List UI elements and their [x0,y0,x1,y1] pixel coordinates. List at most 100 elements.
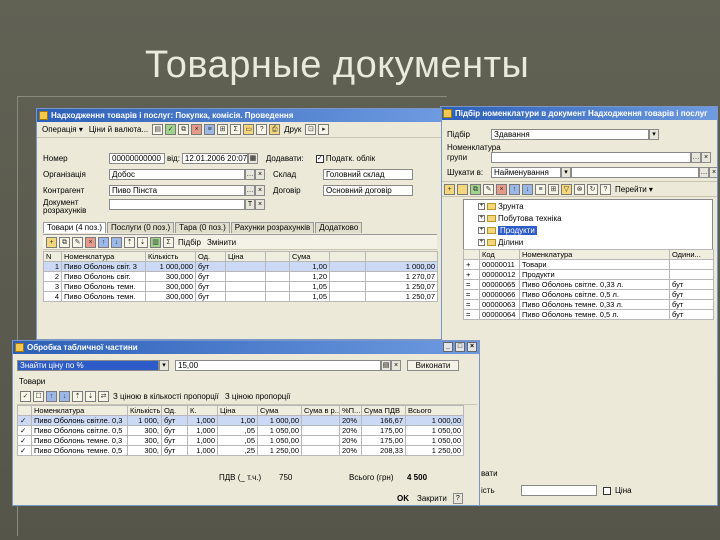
selection-button[interactable]: Підбір [176,238,203,247]
sort-asc-icon[interactable]: ⇡ [124,236,135,248]
select-icon[interactable]: … [699,167,709,178]
fill-icon[interactable]: ▥ [150,236,161,248]
list-icon[interactable]: ≡ [535,183,546,195]
select-icon[interactable]: ▤ [381,360,391,371]
unpost-icon[interactable]: × [191,124,203,135]
column-header[interactable] [329,251,366,262]
column-header[interactable]: Ціна [217,405,258,416]
delete-icon[interactable]: × [85,236,96,248]
copy-icon[interactable]: ⧉ [59,236,70,248]
table-row[interactable]: = 00000063 Пиво Оболонь темне. 0,33 л. бут [463,299,714,310]
maximize-icon[interactable]: □ [455,342,465,352]
calendar-icon[interactable]: ▦ [247,153,258,164]
column-header[interactable]: Кількість [127,405,162,416]
edit-icon[interactable]: ✎ [483,183,494,195]
expand-icon[interactable]: + [478,239,485,246]
chevron-down-icon[interactable]: ▾ [561,167,571,178]
filter-icon[interactable]: ▽ [561,183,572,195]
help-icon[interactable]: ? [256,124,268,135]
tree-item[interactable]: + Зрунта [478,202,524,211]
column-header[interactable]: Номенклатура [61,251,146,262]
sort-desc-icon[interactable]: ⇣ [137,236,148,248]
tree-item[interactable]: + Ділини [478,238,523,247]
select-icon[interactable]: … [691,152,701,163]
close-icon[interactable]: × [701,152,711,163]
close-icon[interactable]: × [467,342,477,352]
column-header[interactable]: Сума [257,405,302,416]
refresh-icon[interactable]: ↻ [587,183,598,195]
printer-icon[interactable]: ⎙ [269,124,281,135]
down-icon[interactable]: ↓ [59,391,70,402]
calc-icon[interactable]: Σ [163,236,174,248]
counterparty-field[interactable]: Пиво Пінста [109,185,245,196]
column-header[interactable]: Номенклатура [519,249,670,260]
column-header[interactable]: Од. [195,251,226,262]
select-icon[interactable]: … [245,169,255,180]
clear-icon[interactable]: × [391,360,401,371]
warehouse-field[interactable]: Головний склад [323,169,413,180]
row-checkbox[interactable]: ✓ [17,445,32,456]
row-checkbox[interactable]: ✓ [17,415,32,426]
column-header[interactable]: N [43,251,62,262]
ok-button[interactable]: OK [397,494,409,503]
close-icon[interactable]: × [709,167,717,178]
column-header[interactable]: %П... [339,405,362,416]
tree-item-selected[interactable]: + Продукти [478,226,537,235]
column-header[interactable]: Код [479,249,520,260]
tab-goods[interactable]: Товари (4 поз.) [43,222,107,233]
save-icon[interactable]: ▤ [152,124,164,135]
table-row[interactable]: 2 Пиво Оболонь світ. 300,000 бут 1,20 1 270,0… [43,271,438,282]
row-checkbox[interactable]: ✓ [17,435,32,446]
chevron-down-icon[interactable]: ▾ [649,129,659,140]
edit-icon[interactable]: ✎ [72,236,83,248]
list-icon[interactable]: ≡ [204,124,216,135]
close-icon[interactable]: × [255,169,265,180]
up-icon[interactable]: ↑ [98,236,109,248]
column-header[interactable]: Всього [405,405,464,416]
expand-icon[interactable]: + [478,227,485,234]
table-row[interactable]: 4 Пиво Оболонь темн. 300,000 бут 1,05 1 250,0… [43,291,438,302]
column-header[interactable]: Од. [161,405,188,416]
column-header[interactable] [17,405,32,416]
move-icon[interactable]: ⇄ [98,391,109,402]
tab-services[interactable]: Послуги (0 поз.) [107,222,175,233]
close-icon[interactable]: × [255,185,265,196]
column-header[interactable] [365,251,438,262]
run-button[interactable]: Виконати [407,360,459,371]
table-row[interactable]: +00000012 Продукти [463,269,714,280]
close-button[interactable]: Закрити [417,494,447,503]
sort-desc-icon[interactable]: ⇣ [85,391,96,402]
post-icon[interactable]: ✓ [165,124,177,135]
picker-search-field[interactable]: Найменування [491,167,561,178]
copy-icon[interactable]: ⧉ [178,124,190,135]
minimize-icon[interactable]: _ [443,342,453,352]
up-icon[interactable]: ↑ [46,391,57,402]
add-icon[interactable]: + [444,183,455,195]
column-header[interactable]: К. [187,405,218,416]
tax-checkbox[interactable]: ✓ [315,154,324,163]
org-field[interactable]: Добос [109,169,245,180]
table-row[interactable]: 1 Пиво Оболонь світ. 31 000,000 бут 1,00 1 0… [43,261,438,272]
select-icon[interactable]: … [245,185,255,196]
column-header[interactable]: Номенклатура [31,405,128,416]
change-button[interactable]: Змінити [205,238,238,247]
print-icon[interactable]: ▭ [243,124,255,135]
table-row[interactable]: +00000011 Товари [463,259,714,270]
check-all-icon[interactable]: ✓ [20,391,31,402]
document-field[interactable] [109,199,245,210]
add-icon[interactable]: + [46,236,57,248]
row-checkbox[interactable]: ✓ [17,425,32,436]
operation-button[interactable]: Операція ▾ [40,125,85,134]
filter-off-icon[interactable]: ⊗ [574,183,585,195]
column-header[interactable]: Одини... [669,249,714,260]
prices-button[interactable]: Ціни й валюта... [87,125,150,134]
table-row[interactable]: = 00000064 Пиво Оболонь темне. 0,5 л. бут [463,309,714,320]
close-icon[interactable]: × [255,199,265,210]
tab-extra[interactable]: Додатково [315,222,363,233]
sort-asc-icon[interactable]: ⇡ [72,391,83,402]
help-icon[interactable]: ? [600,183,611,195]
table-row[interactable]: ✓ Пиво Оболонь світле. 0,3 1 000, бут 1,000 1… [17,415,464,426]
picker-selection-field[interactable]: Здавання [491,129,649,140]
up-icon[interactable]: ↑ [509,183,520,195]
expand-icon[interactable]: + [478,203,485,210]
